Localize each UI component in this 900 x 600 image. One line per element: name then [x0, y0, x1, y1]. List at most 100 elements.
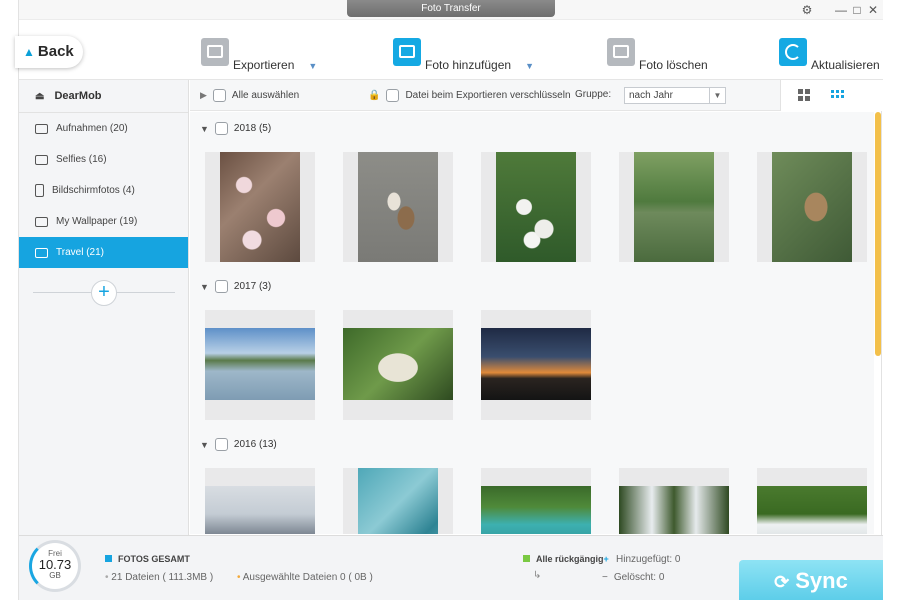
- group-header-2016[interactable]: ▼ 2016 (13): [200, 438, 277, 451]
- eject-icon[interactable]: ⏏: [35, 91, 44, 102]
- encrypt-checkbox[interactable]: [386, 89, 400, 102]
- status-footer: Frei 10.73 GB FOTOS GESAMT • 21 Dateien …: [19, 535, 883, 600]
- encrypt-option[interactable]: 🔒 Datei beim Exportieren verschlüsseln: [368, 89, 571, 102]
- deleted-count: − Gelöscht: 0: [602, 572, 665, 583]
- image-icon: [35, 216, 48, 227]
- grid-large-icon[interactable]: [797, 88, 811, 102]
- photo-thumbnail[interactable]: [481, 310, 591, 420]
- photo-thumbnail[interactable]: [343, 152, 453, 262]
- chevron-down-icon[interactable]: ▼: [308, 61, 317, 71]
- delete-photo-icon: [607, 38, 635, 66]
- chevron-down-icon[interactable]: ▼: [200, 440, 209, 450]
- add-photo-label: Foto hinzufügen: [425, 58, 512, 72]
- total-title-text: FOTOS GESAMT: [118, 554, 190, 564]
- sidebar-item-aufnahmen[interactable]: Aufnahmen (20): [19, 113, 188, 144]
- app-window: Foto Transfer ⚙ — □ ✕ ▲ Back Exportieren …: [15, 0, 883, 600]
- device-header[interactable]: ⏏ DearMob: [19, 80, 188, 113]
- chevron-down-icon[interactable]: ▼: [200, 282, 209, 292]
- group-label: 2016 (13): [233, 439, 277, 450]
- group-label: 2018 (5): [233, 123, 272, 134]
- sidebar-item-bildschirmfotos[interactable]: Bildschirmfotos (4): [19, 175, 188, 206]
- selected-files: • Ausgewählte Dateien 0 ( 0B ): [237, 572, 373, 583]
- photo-thumbnail[interactable]: [757, 152, 867, 262]
- sidebar: ⏏ DearMob Aufnahmen (20) Selfies (16) Bil…: [19, 80, 189, 535]
- forest-lake-photo: [481, 486, 591, 534]
- sidebar-item-travel[interactable]: Travel (21): [19, 237, 188, 268]
- add-album-row: +: [33, 280, 175, 306]
- photo-thumbnail[interactable]: [343, 468, 453, 534]
- photo-thumbnail[interactable]: [619, 152, 729, 262]
- window-title: Foto Transfer: [347, 0, 555, 17]
- album-label: Travel (21): [56, 247, 104, 258]
- group-header-2017[interactable]: ▼ 2017 (3): [200, 280, 271, 293]
- add-album-button[interactable]: +: [91, 280, 117, 306]
- photo-grid: ▼ 2018 (5) ▼ 2017 (3) ▼ 2016 (13): [190, 112, 874, 534]
- group-select[interactable]: nach Jahr ▼: [624, 87, 726, 104]
- photo-thumbnail[interactable]: [205, 468, 315, 534]
- export-label: Exportieren: [233, 58, 295, 72]
- white-flowers-photo: [496, 152, 576, 262]
- storage-gauge: Frei 10.73 GB: [29, 540, 81, 592]
- delete-photo-button[interactable]: Foto löschen: [607, 38, 708, 72]
- sidebar-item-my-wallpaper[interactable]: My Wallpaper (19): [19, 206, 188, 237]
- export-button[interactable]: Exportieren ▼: [201, 38, 317, 72]
- photo-thumbnail[interactable]: [343, 310, 453, 420]
- food-photo: [343, 328, 453, 400]
- image-icon: [35, 247, 48, 258]
- group-header-2018[interactable]: ▼ 2018 (5): [200, 122, 271, 135]
- delete-photo-label: Foto löschen: [639, 58, 708, 72]
- group-select-value: nach Jahr: [629, 90, 673, 101]
- camera-icon: [35, 123, 48, 134]
- photo-thumbnail[interactable]: [481, 152, 591, 262]
- green-square-icon: [523, 555, 530, 562]
- select-all-label: Alle auswählen: [231, 90, 300, 101]
- chipmunk-photo: [772, 152, 852, 262]
- photo-thumbnail[interactable]: [757, 468, 867, 534]
- undo-all-label: Alle rückgängig: [536, 554, 604, 564]
- add-photo-button[interactable]: Foto hinzufügen ▼: [393, 38, 534, 72]
- photo-thumbnail[interactable]: [205, 152, 315, 262]
- filter-bar: ▶ Alle auswählen 🔒 Datei beim Exportiere…: [190, 80, 883, 111]
- free-value: 10.73: [38, 557, 72, 572]
- close-button[interactable]: ✕: [863, 2, 883, 18]
- back-button[interactable]: ▲ Back: [15, 36, 83, 68]
- refresh-label: Aktualisieren: [811, 58, 880, 72]
- gear-icon[interactable]: ⚙: [797, 2, 817, 18]
- chevron-down-icon[interactable]: ▼: [525, 61, 534, 71]
- phone-icon: [35, 184, 44, 197]
- photo-thumbnail[interactable]: [205, 310, 315, 420]
- grid-small-icon[interactable]: [831, 88, 845, 102]
- files-count-text: 21 Dateien ( 111.3MB ): [111, 572, 214, 583]
- sunset-photo: [481, 328, 591, 400]
- back-label: Back: [37, 43, 74, 60]
- undo-all-button[interactable]: Alle rückgängig+: [523, 554, 609, 564]
- sync-icon: ⟳: [774, 572, 790, 592]
- refresh-button[interactable]: Aktualisieren: [779, 38, 880, 72]
- return-arrow-icon: ↳: [533, 570, 542, 581]
- album-label: Bildschirmfotos (4): [52, 185, 135, 196]
- select-all[interactable]: ▶ Alle auswählen: [200, 89, 299, 102]
- lock-icon: 🔒: [368, 90, 381, 101]
- files-count: • 21 Dateien ( 111.3MB ): [105, 572, 214, 583]
- scrollbar[interactable]: [875, 112, 881, 356]
- sidebar-item-selfies[interactable]: Selfies (16): [19, 144, 188, 175]
- expand-arrow-icon[interactable]: ▶: [200, 90, 207, 101]
- chevron-down-icon[interactable]: ▼: [200, 124, 209, 134]
- export-icon: [201, 38, 229, 66]
- album-label: My Wallpaper (19): [56, 216, 138, 227]
- sync-button[interactable]: ⟳ Sync: [739, 560, 883, 600]
- title-bar: Foto Transfer ⚙ — □ ✕: [19, 0, 883, 20]
- album-label: Aufnahmen (20): [56, 123, 128, 134]
- water-photo: [358, 468, 438, 534]
- waterfall-photo: [619, 486, 729, 534]
- photo-thumbnail[interactable]: [619, 468, 729, 534]
- encrypt-label: Datei beim Exportieren verschlüsseln: [405, 90, 571, 101]
- group-checkbox[interactable]: [214, 122, 228, 135]
- select-all-checkbox[interactable]: [212, 89, 226, 102]
- sync-label: Sync: [795, 568, 848, 593]
- photo-thumbnail[interactable]: [481, 468, 591, 534]
- total-title: FOTOS GESAMT: [105, 554, 190, 564]
- group-checkbox[interactable]: [214, 438, 228, 451]
- group-checkbox[interactable]: [214, 280, 228, 293]
- device-name: DearMob: [54, 90, 102, 102]
